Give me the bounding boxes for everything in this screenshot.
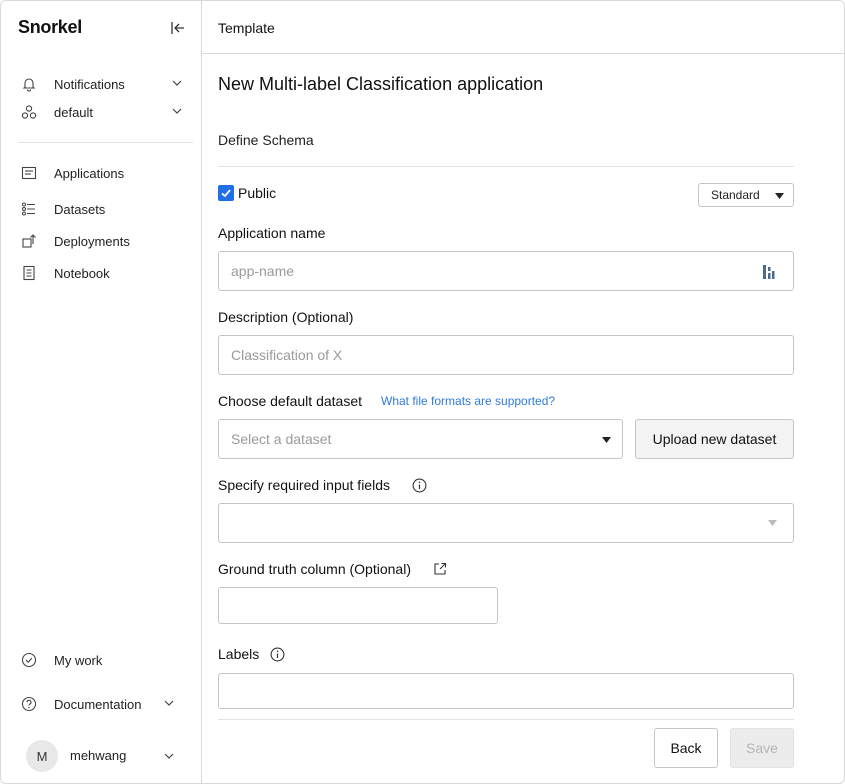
file-formats-help-link[interactable]: What file formats are supported? (381, 394, 555, 408)
sidebar-item-notifications[interactable]: Notifications (21, 72, 191, 96)
header: Template (202, 1, 844, 54)
public-checkbox[interactable] (218, 185, 234, 201)
description-input[interactable]: Classification of X (218, 335, 794, 375)
public-label: Public (238, 185, 277, 201)
visibility-select[interactable]: Standard (698, 183, 794, 207)
sidebar-item-label: default (54, 104, 94, 120)
sidebar-item-label: Notebook (54, 265, 110, 281)
input-fields-select[interactable] (218, 503, 794, 543)
sidebar-divider (18, 142, 193, 143)
sidebar-item-notebook[interactable]: Notebook (21, 261, 191, 285)
deployments-icon (22, 234, 36, 248)
main-content: New Multi-label Classification applicati… (202, 54, 844, 783)
user-name[interactable]: mehwang (70, 748, 126, 763)
labels-label: Labels (218, 646, 260, 662)
help-circle-icon (21, 696, 37, 712)
caret-down-icon (768, 520, 777, 526)
sidebar-item-label: My work (54, 652, 103, 668)
applications-icon (21, 166, 37, 180)
header-title: Template (218, 20, 275, 36)
section-divider (218, 166, 794, 167)
dataset-select[interactable]: Select a dataset (218, 419, 623, 459)
chevron-down-icon (172, 108, 182, 114)
password-manager-icon[interactable] (763, 265, 775, 279)
notebook-icon (23, 265, 35, 281)
info-icon[interactable] (270, 647, 285, 662)
caret-down-icon (602, 437, 611, 443)
sidebar-item-label: Applications (54, 165, 125, 181)
input-fields-label: Specify required input fields (218, 477, 390, 493)
chevron-down-icon[interactable] (163, 750, 175, 762)
page-title: New Multi-label Classification applicati… (218, 74, 544, 94)
ground-truth-input[interactable] (218, 587, 498, 624)
footer-divider (218, 719, 794, 720)
bell-icon (22, 78, 36, 92)
sidebar-item-deployments[interactable]: Deployments (21, 229, 191, 253)
sidebar-item-applications[interactable]: Applications (21, 161, 191, 185)
back-button[interactable]: Back (654, 728, 718, 768)
checkmark-icon (221, 189, 231, 198)
collapse-sidebar-icon[interactable] (169, 19, 187, 37)
workspace-icon (21, 105, 37, 119)
save-button[interactable]: Save (730, 728, 794, 768)
sidebar-item-documentation[interactable]: Documentation (21, 692, 191, 716)
avatar[interactable]: M (26, 740, 58, 772)
sidebar-item-label: Deployments (54, 233, 130, 249)
upload-dataset-button[interactable]: Upload new dataset (635, 419, 794, 459)
datasets-icon (22, 202, 35, 216)
sidebar-item-label: Documentation (54, 696, 142, 712)
app-name-label: Application name (218, 225, 326, 241)
info-icon[interactable] (412, 478, 427, 493)
chevron-down-icon (164, 700, 174, 706)
app-window: Snorkel Notifications default Applicatio… (0, 0, 845, 784)
description-placeholder: Classification of X (231, 347, 343, 363)
app-name-input[interactable]: app-name (218, 251, 794, 291)
snorkel-logo: Snorkel (18, 17, 82, 37)
dataset-label: Choose default dataset (218, 393, 362, 409)
sidebar: Snorkel Notifications default Applicatio… (1, 1, 202, 783)
app-name-placeholder: app-name (231, 263, 295, 279)
visibility-select-value: Standard (711, 188, 760, 202)
caret-down-icon (775, 193, 784, 199)
sidebar-item-datasets[interactable]: Datasets (21, 197, 191, 221)
sidebar-item-my-work[interactable]: My work (21, 648, 191, 672)
check-circle-icon (21, 652, 37, 668)
external-link-icon[interactable] (433, 562, 447, 576)
chevron-down-icon (172, 80, 182, 86)
dataset-select-placeholder: Select a dataset (231, 431, 332, 447)
labels-input[interactable] (218, 673, 794, 709)
sidebar-item-label: Notifications (54, 76, 125, 92)
description-label: Description (Optional) (218, 309, 354, 325)
ground-truth-label: Ground truth column (Optional) (218, 561, 411, 577)
sidebar-item-label: Datasets (54, 201, 106, 217)
section-title: Define Schema (218, 132, 314, 148)
sidebar-item-workspace[interactable]: default (21, 100, 191, 124)
